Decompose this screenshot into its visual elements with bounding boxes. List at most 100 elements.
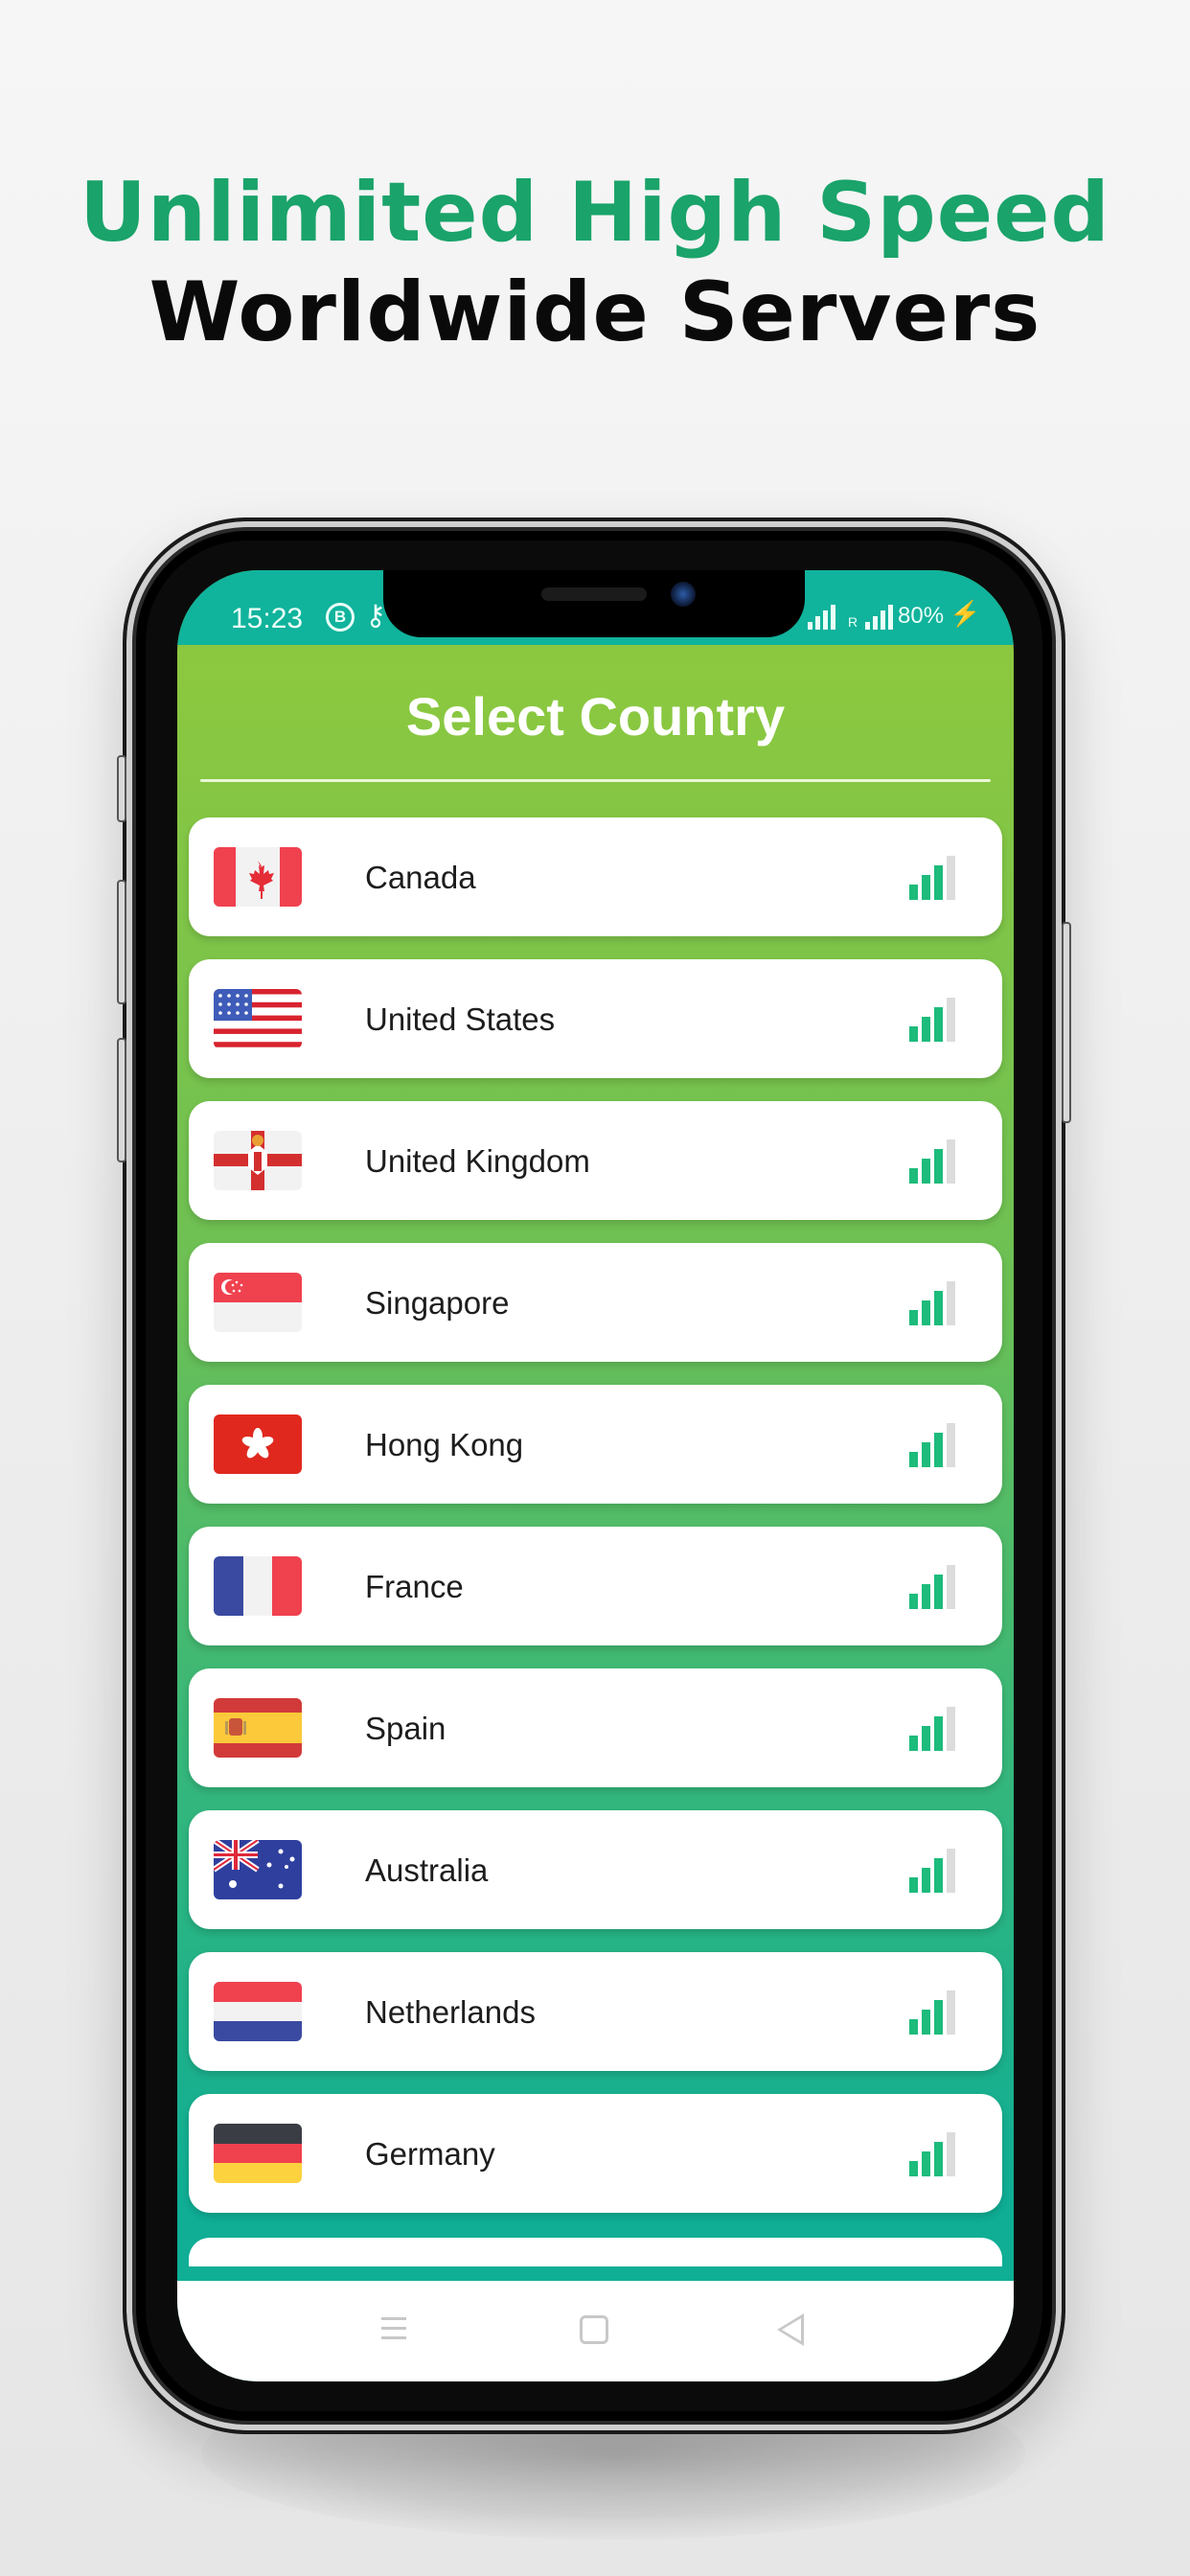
signal-strength-icon [909,856,959,900]
signal-bar [934,1716,943,1751]
signal-strength-icon [909,1707,959,1751]
signal-roaming-icon: R [848,605,896,630]
signal-bar [947,1423,955,1467]
signal-bar [947,1281,955,1325]
signal-bar [934,2000,943,2035]
australia-flag-icon [214,1840,302,1899]
signal-bar [909,2161,918,2176]
canada-flag-icon [214,847,302,907]
recent-apps-button[interactable] [381,2317,406,2342]
country-card-partial[interactable] [189,2238,1002,2266]
country-name: Netherlands [365,1994,536,2030]
page-title: Select Country [405,686,786,747]
united-states-flag-icon [214,989,302,1048]
signal-bar [909,1736,918,1751]
signal-bar [934,1007,943,1042]
country-card-canada[interactable]: Canada [189,817,1002,936]
signal-bar [909,2019,918,2035]
singapore-flag-icon [214,1273,302,1332]
title-divider [200,779,991,782]
signal-bar [922,1584,930,1609]
country-name: Spain [365,1711,446,1746]
signal-bar [934,1858,943,1893]
signal-bar [909,1026,918,1042]
germany-flag-icon [214,2124,302,2183]
camera-notch [383,570,805,637]
signal-bar [934,1433,943,1467]
signal-bar [922,1868,930,1893]
country-card-singapore[interactable]: Singapore [189,1243,1002,1362]
signal-bar [934,1575,943,1609]
country-name: United Kingdom [365,1143,590,1179]
country-card-germany[interactable]: Germany [189,2094,1002,2213]
signal-bar [947,2132,955,2176]
signal-bar [922,875,930,900]
signal-bar [947,1707,955,1751]
hong-kong-flag-icon [214,1414,302,1474]
signal-strength-icon [909,1423,959,1467]
spain-flag-icon [214,1698,302,1758]
country-name: Germany [365,2136,495,2172]
signal-bar [934,1291,943,1325]
signal-strength-icon [909,1849,959,1893]
phone-volume-up-button [117,880,126,1004]
phone-power-button [1062,922,1071,1123]
signal-strength-icon [909,1139,959,1184]
battery-percent: 80% [898,603,945,629]
phone-volume-down-button [117,1038,126,1162]
signal-bar [922,1300,930,1325]
signal-bar [947,1565,955,1609]
signal-bar [934,865,943,900]
signal-bar [934,2142,943,2176]
france-flag-icon [214,1556,302,1616]
signal-bar [947,998,955,1042]
charging-icon: ⚡ [950,599,981,628]
business-chat-icon: B [326,603,355,632]
signal-bar [922,1159,930,1184]
country-name: France [365,1569,464,1604]
signal-bar [909,885,918,900]
signal-strength-icon [909,1281,959,1325]
country-card-united-states[interactable]: United States [189,959,1002,1078]
country-name: Hong Kong [365,1427,524,1462]
status-time: 15:23 [231,603,304,634]
home-button[interactable] [580,2315,608,2344]
signal-bar [909,1452,918,1467]
phone-screen: 15:23 B ⚷ R 80% ⚡ Select Country Canada U… [177,570,1014,2381]
signal-bar [947,856,955,900]
country-name: Singapore [365,1285,510,1321]
country-name: United States [365,1001,556,1037]
phone-mute-button [117,755,126,822]
signal-bar [922,2151,930,2176]
headline-line1: Unlimited High Speed [80,165,1110,261]
northern-ireland-flag-icon [214,1131,302,1190]
signal-strength-icon [909,998,959,1042]
country-card-united-kingdom[interactable]: United Kingdom [189,1101,1002,1220]
country-name: Canada [365,860,476,895]
country-card-hong-kong[interactable]: Hong Kong [189,1385,1002,1504]
signal-strength-icon [909,1990,959,2035]
country-card-france[interactable]: France [189,1527,1002,1645]
signal-bar [947,1990,955,2035]
signal-bar [909,1310,918,1325]
signal-bar [934,1149,943,1184]
signal-strength-icon [909,2132,959,2176]
back-button[interactable] [777,2313,804,2346]
signal-bar [909,1168,918,1184]
headline-line2: Worldwide Servers [149,264,1041,360]
signal-bar [922,2010,930,2035]
country-name: Australia [365,1852,489,1888]
system-nav-bar [177,2281,1014,2381]
signal-strength-icon [909,1565,959,1609]
country-card-spain[interactable]: Spain [189,1668,1002,1787]
signal-bar [947,1849,955,1893]
country-card-australia[interactable]: Australia [189,1810,1002,1929]
netherlands-flag-icon [214,1982,302,2041]
signal-bar [922,1442,930,1467]
roaming-label: R [848,614,858,630]
country-card-netherlands[interactable]: Netherlands [189,1952,1002,2071]
front-camera [671,582,696,607]
signal-bar [909,1877,918,1893]
signal-bar [909,1594,918,1609]
signal-bar [922,1017,930,1042]
